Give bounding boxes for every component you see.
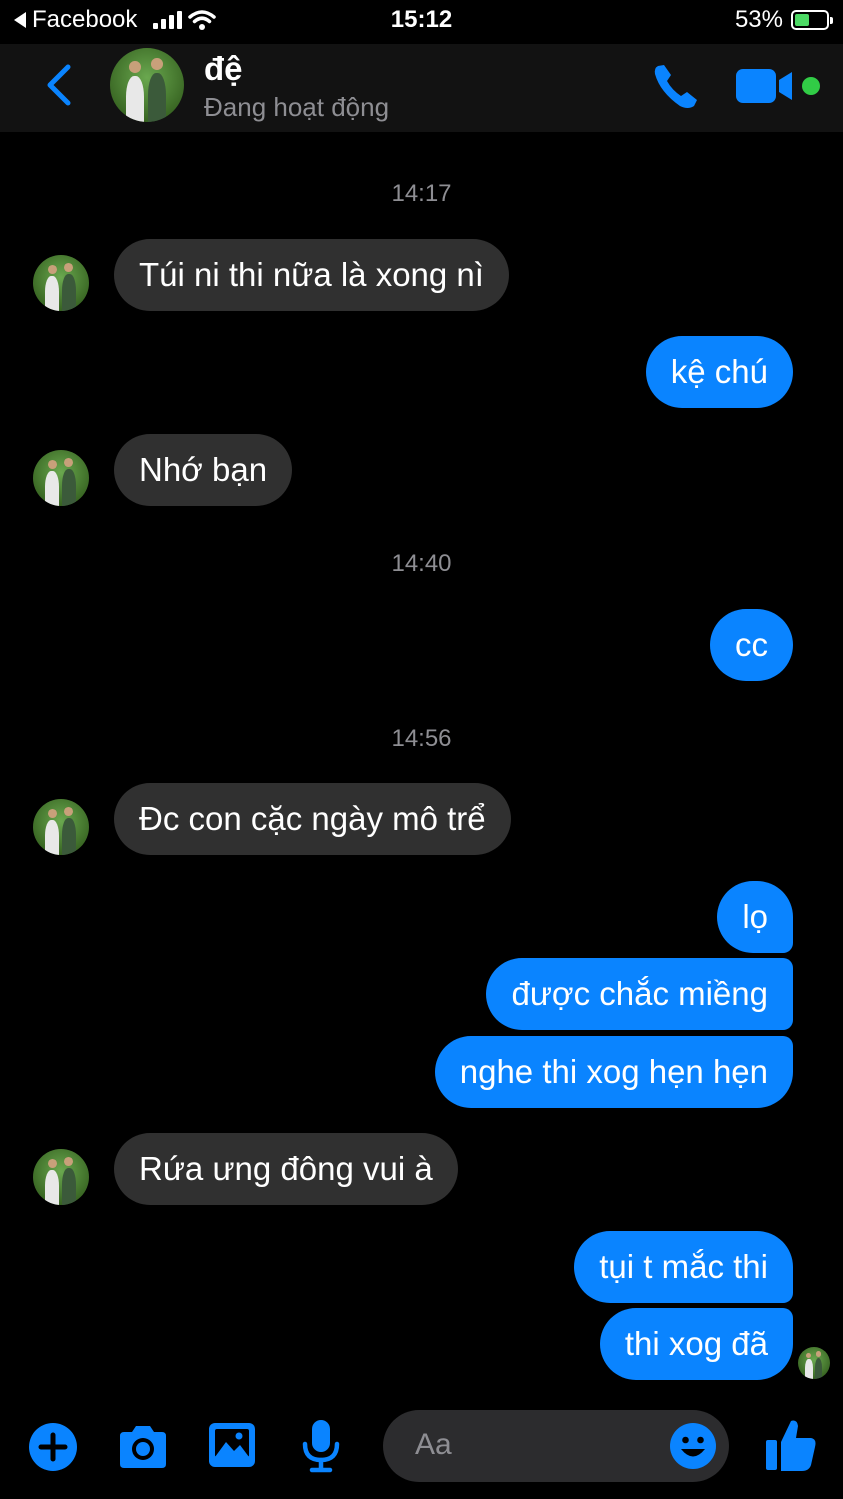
active-status: Đang hoạt động [204, 92, 390, 122]
outgoing-message[interactable]: thi xog đã [599, 1308, 793, 1380]
message-input[interactable]: Aa [383, 1410, 729, 1482]
back-chevron-icon[interactable] [40, 62, 80, 108]
incoming-message[interactable]: Rứa ưng đông vui à [114, 1133, 458, 1205]
battery-percent: 53% [734, 6, 783, 33]
battery-icon [791, 10, 833, 30]
contact-avatar[interactable] [110, 48, 184, 122]
microphone-icon[interactable] [300, 1418, 342, 1474]
plus-icon[interactable] [28, 1422, 78, 1472]
incoming-message[interactable]: Nhớ bạn [114, 434, 293, 506]
outgoing-message[interactable]: cc [710, 609, 793, 681]
image-icon[interactable] [206, 1420, 258, 1470]
outgoing-message[interactable]: lọ [717, 881, 793, 953]
clock: 15:12 [390, 6, 453, 33]
sender-avatar[interactable] [33, 1149, 89, 1205]
composer-bar: Aa [0, 1400, 843, 1499]
battery-indicator: 53% [734, 6, 833, 34]
sender-avatar[interactable] [33, 255, 89, 311]
seen-avatar [798, 1347, 830, 1379]
contact-name[interactable]: đệ [204, 50, 243, 88]
timestamp: 14:40 [391, 550, 452, 577]
outgoing-message[interactable]: được chắc miềng [486, 958, 793, 1030]
incoming-message[interactable]: Đc con cặc ngày mô trể [114, 783, 511, 855]
online-dot [802, 77, 820, 95]
timestamp: 14:17 [391, 180, 452, 207]
phone-icon[interactable] [650, 60, 702, 112]
timestamp: 14:56 [391, 725, 452, 752]
outgoing-message[interactable]: tụi t mắc thi [574, 1231, 793, 1303]
incoming-message[interactable]: Túi ni thi nữa là xong nì [114, 239, 509, 311]
thumbs-up-icon[interactable] [764, 1416, 818, 1474]
outgoing-message[interactable]: kệ chú [645, 336, 793, 408]
status-bar: Facebook 15:12 53% [0, 0, 843, 44]
sender-avatar[interactable] [33, 450, 89, 506]
video-camera-icon[interactable] [736, 66, 794, 106]
emoji-icon[interactable] [669, 1422, 717, 1470]
input-placeholder: Aa [415, 1428, 452, 1461]
conversation-header: đệ Đang hoạt động [0, 44, 843, 132]
outgoing-message[interactable]: nghe thi xog hẹn hẹn [434, 1036, 793, 1108]
camera-icon[interactable] [116, 1422, 170, 1472]
sender-avatar[interactable] [33, 799, 89, 855]
